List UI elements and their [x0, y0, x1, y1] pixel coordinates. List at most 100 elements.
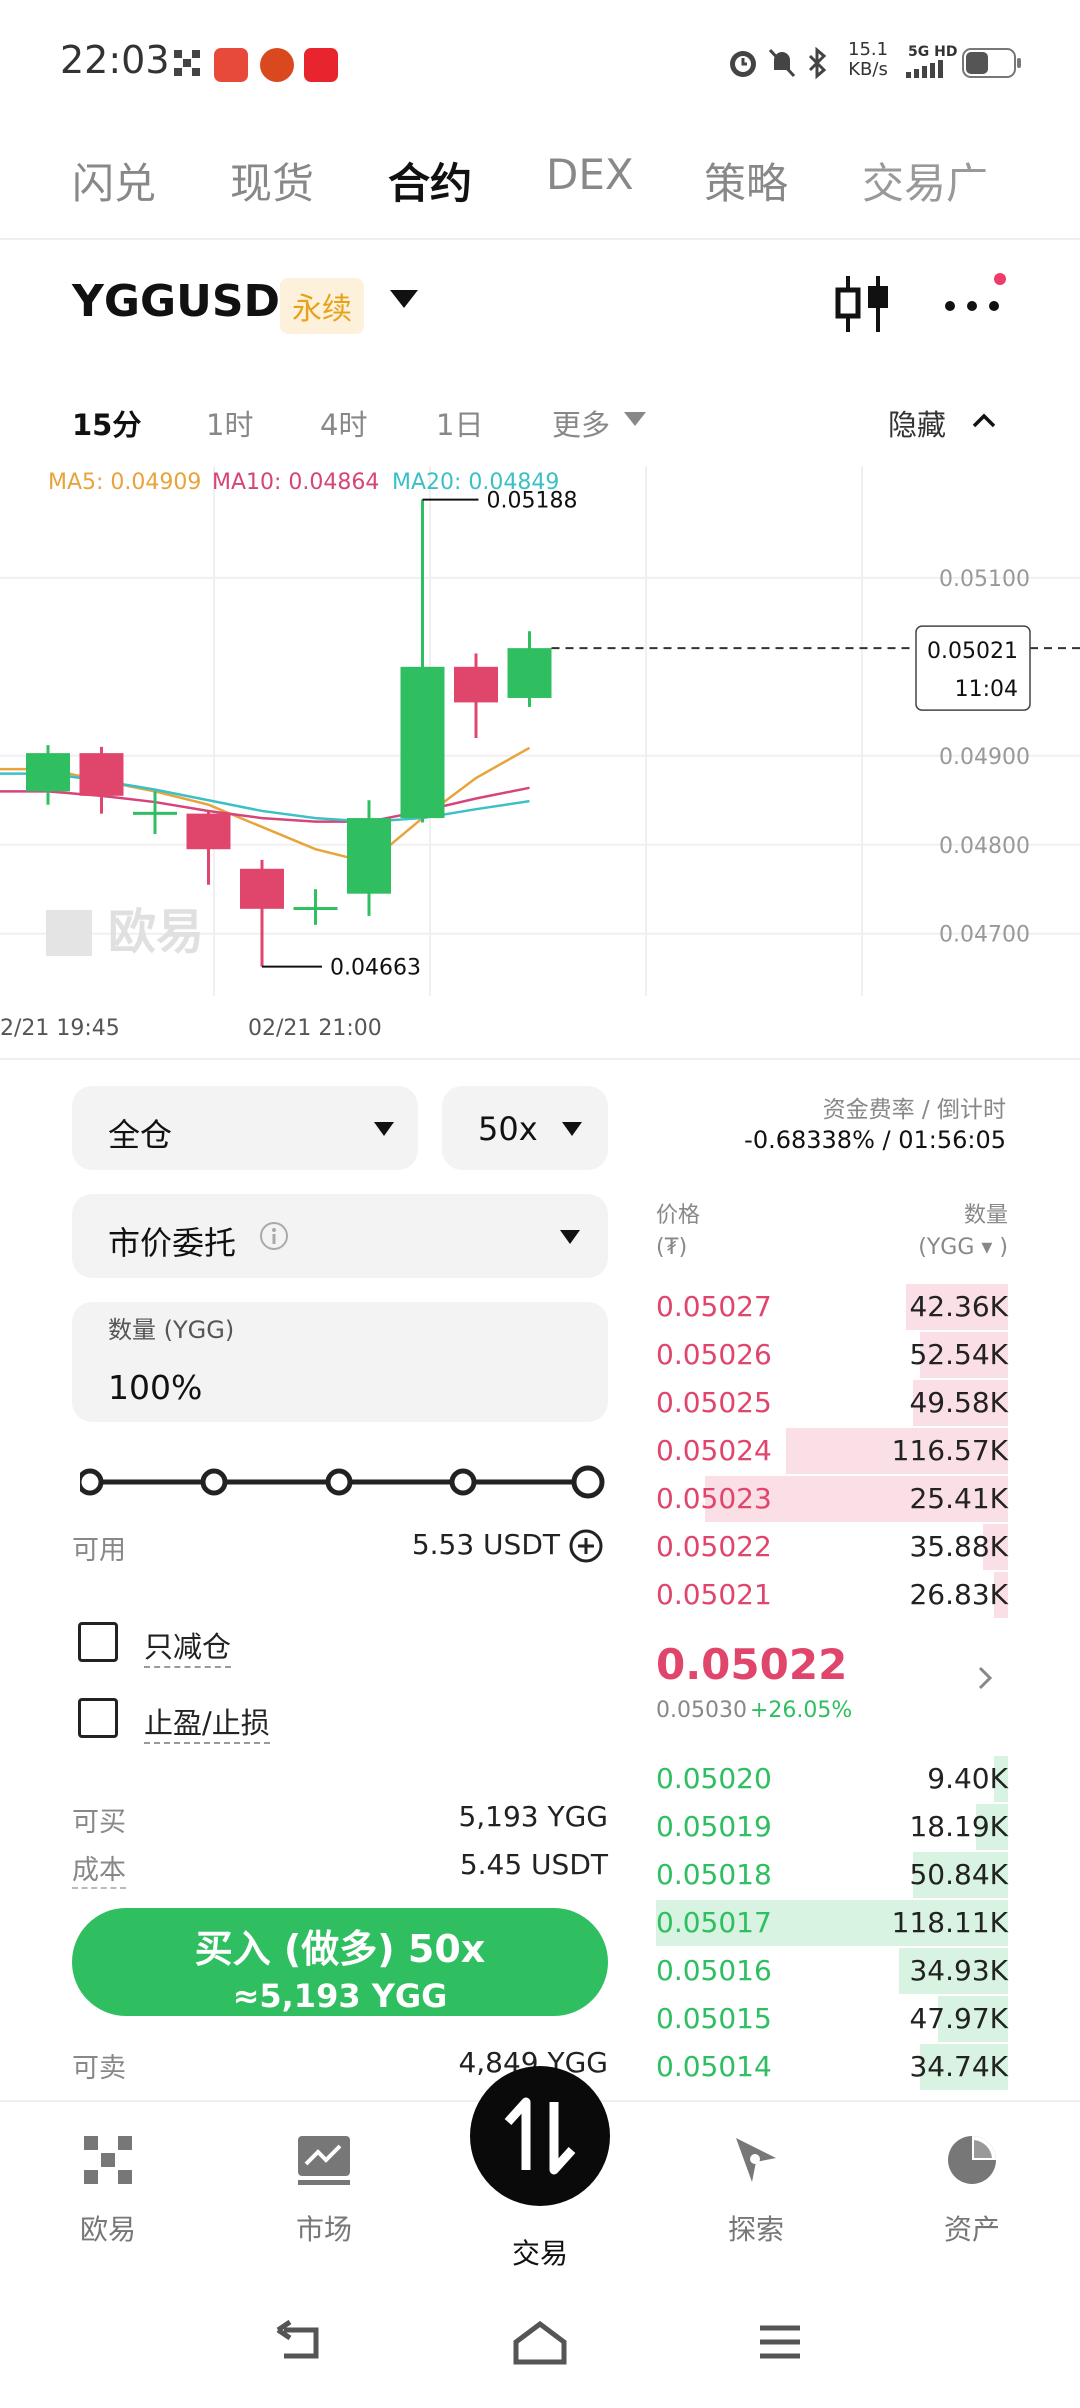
ask-row[interactable]: 0.05022 35.88K: [656, 1524, 1008, 1570]
y-tick-label: 0.05100: [939, 567, 1030, 592]
x-tick-label: 02/21 21:00: [248, 1016, 382, 1041]
tab-strategy[interactable]: 策略: [704, 150, 788, 211]
info-icon[interactable]: [258, 1220, 290, 1252]
bid-row[interactable]: 0.05017 118.11K: [656, 1900, 1008, 1946]
tp-sl-label[interactable]: 止盈/止损: [144, 1700, 270, 1744]
orderbook-qty-header[interactable]: 数量 (YGG ▾ ): [840, 1200, 1008, 1264]
funding-rate-value: -0.68338% / 01:56:05: [744, 1126, 1006, 1154]
bid-row[interactable]: 0.05019 18.19K: [656, 1804, 1008, 1850]
shopping-app-icon: [260, 48, 294, 82]
can-buy-value: 5,193 YGG: [458, 1800, 608, 1833]
tab-dex[interactable]: DEX: [546, 150, 634, 199]
nav-trade[interactable]: [470, 2066, 610, 2206]
bid-row[interactable]: 0.05018 50.84K: [656, 1852, 1008, 1898]
ask-row[interactable]: 0.05021 26.83K: [656, 1572, 1008, 1618]
cost-label: 成本: [72, 1848, 126, 1889]
leverage-value: 50x: [478, 1110, 538, 1148]
bid-row[interactable]: 0.05015 47.97K: [656, 1996, 1008, 2042]
nav-market[interactable]: 市场: [254, 2130, 394, 2248]
more-options-icon[interactable]: [940, 280, 1004, 328]
video-app-icon: [304, 48, 338, 82]
bid-row[interactable]: 0.05016 34.93K: [656, 1948, 1008, 1994]
bid-row[interactable]: 0.05014 34.74K: [656, 2044, 1008, 2090]
funding-rate-label: 资金费率 / 倒计时: [822, 1097, 1006, 1123]
bid-qty: 118.11K: [891, 1906, 1008, 1939]
compass-icon: [736, 2138, 776, 2182]
back-gesture-icon[interactable]: [270, 2318, 330, 2368]
quantity-slider[interactable]: [80, 1462, 620, 1502]
bluetooth-icon: [808, 46, 827, 80]
timeframe-more-caret-icon: [624, 412, 646, 426]
ma5-legend: MA5: 0.04909: [48, 470, 202, 495]
chevron-right-icon[interactable]: [970, 1660, 1000, 1696]
divider: [0, 1058, 1080, 1060]
pair-title[interactable]: YGGUSDT: [72, 276, 310, 327]
price-header-label: 价格: [656, 1203, 701, 1228]
timeframe-1h[interactable]: 1时: [206, 402, 253, 444]
news-app-icon: [214, 48, 248, 82]
margin-mode-value: 全仓: [108, 1116, 173, 1154]
chevron-up-icon[interactable]: [968, 404, 1000, 436]
alarm-icon: [730, 51, 756, 77]
ask-price: 0.05025: [656, 1386, 772, 1419]
last-price: 0.05022: [656, 1640, 848, 1689]
tp-sl-checkbox[interactable]: [78, 1698, 118, 1738]
nav-market-label: 市场: [295, 2213, 352, 2246]
bid-row[interactable]: 0.05020 9.40K: [656, 1756, 1008, 1802]
reduce-only-label[interactable]: 只减仓: [144, 1624, 232, 1668]
ask-row[interactable]: 0.05027 42.36K: [656, 1284, 1008, 1330]
nav-okx[interactable]: 欧易: [38, 2130, 178, 2248]
bid-price: 0.05020: [656, 1762, 772, 1795]
nav-okx-label: 欧易: [79, 2213, 136, 2246]
price-chart[interactable]: 欧易 0.05100 0.04900 0.04800 0.04700 2/21 19:4…: [0, 466, 1080, 1066]
network-type: 5G HD: [908, 44, 958, 60]
ask-row[interactable]: 0.05026 52.54K: [656, 1332, 1008, 1378]
candle-body: [507, 648, 552, 698]
ask-price: 0.05024: [656, 1434, 772, 1467]
status-time: 22:03: [60, 38, 170, 82]
tab-trade-square[interactable]: 交易广: [862, 150, 988, 211]
ask-price: 0.05023: [656, 1482, 772, 1515]
ma10-legend: MA10: 0.04864: [212, 470, 380, 495]
candle-body: [26, 753, 70, 792]
tab-convert[interactable]: 闪兑: [72, 150, 156, 211]
timeframe-4h[interactable]: 4时: [320, 402, 367, 444]
countdown-label: 11:04: [955, 677, 1018, 702]
pair-dropdown-icon[interactable]: [390, 290, 418, 308]
ask-row[interactable]: 0.05023 25.41K: [656, 1476, 1008, 1522]
add-funds-icon[interactable]: [568, 1528, 604, 1564]
nav-trade-label-wrap: 交易: [470, 2232, 610, 2272]
buy-long-button[interactable]: 买入 (做多) 50x ≈5,193 YGG: [72, 1908, 608, 2016]
tab-futures[interactable]: 合约: [388, 150, 472, 211]
price-header-unit: (₮): [656, 1235, 688, 1260]
signal-icon: [906, 60, 943, 78]
reduce-only-checkbox[interactable]: [78, 1622, 118, 1662]
ask-qty: 42.36K: [909, 1290, 1008, 1323]
bid-qty: 50.84K: [909, 1858, 1008, 1891]
bid-price: 0.05016: [656, 1954, 772, 1987]
bid-price: 0.05015: [656, 2002, 772, 2035]
nav-explore-label: 探索: [727, 2213, 784, 2246]
ask-row[interactable]: 0.05025 49.58K: [656, 1380, 1008, 1426]
menu-gesture-icon[interactable]: [750, 2318, 810, 2368]
ask-qty: 26.83K: [909, 1578, 1008, 1611]
candlestick-chart-icon[interactable]: [832, 272, 896, 336]
ask-qty: 35.88K: [909, 1530, 1008, 1563]
hide-chart-button[interactable]: 隐藏: [888, 402, 946, 444]
can-sell-label: 可卖: [72, 2053, 126, 2084]
okx-logo-icon: [84, 2136, 132, 2184]
ask-price: 0.05027: [656, 1290, 772, 1323]
nav-assets[interactable]: 资产: [902, 2130, 1042, 2248]
bid-qty: 18.19K: [909, 1810, 1008, 1843]
network-speed-unit: KB/s: [848, 59, 888, 80]
timeframe-more[interactable]: 更多: [552, 402, 610, 444]
timeframe-1d[interactable]: 1日: [436, 402, 483, 444]
okx-notification-icon: [174, 50, 200, 76]
bid-qty: 47.97K: [909, 2002, 1008, 2035]
nav-explore[interactable]: 探索: [686, 2130, 826, 2248]
tab-spot[interactable]: 现货: [230, 150, 314, 211]
candle-body: [79, 753, 124, 796]
ask-row[interactable]: 0.05024 116.57K: [656, 1428, 1008, 1474]
home-gesture-icon[interactable]: [510, 2318, 570, 2368]
timeframe-15m[interactable]: 15分: [72, 402, 141, 444]
